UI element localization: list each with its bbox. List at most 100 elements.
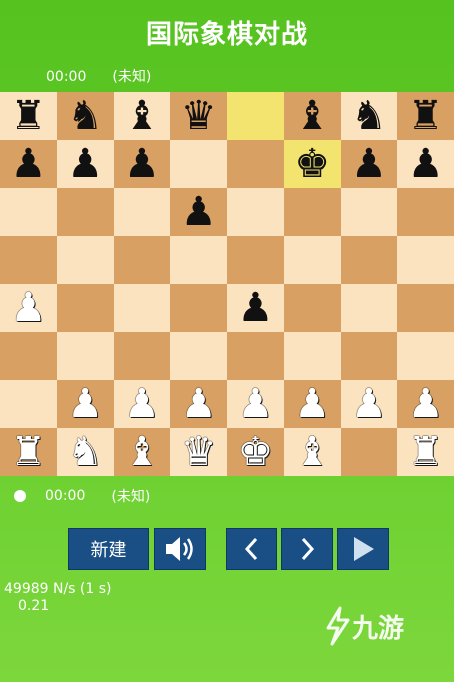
square-d2[interactable]: ♟ (170, 380, 227, 428)
square-e2[interactable]: ♟ (227, 380, 284, 428)
square-g3[interactable] (340, 332, 398, 380)
square-g4[interactable] (340, 284, 398, 332)
square-d5[interactable] (170, 236, 227, 284)
white-rook-icon[interactable]: ♜ (408, 432, 444, 472)
new-game-button[interactable]: 新建 (68, 528, 149, 570)
square-f2[interactable]: ♟ (283, 380, 341, 428)
sound-button[interactable] (154, 528, 206, 570)
square-f8[interactable]: ♝ (283, 92, 341, 140)
square-d7[interactable] (170, 140, 227, 188)
black-bishop-icon[interactable]: ♝ (294, 96, 330, 136)
square-h3[interactable] (397, 332, 454, 380)
white-pawn-icon[interactable]: ♟ (10, 288, 46, 328)
white-pawn-icon[interactable]: ♟ (124, 384, 160, 424)
square-g5[interactable] (340, 236, 398, 284)
square-h4[interactable] (397, 284, 454, 332)
white-king-icon[interactable]: ♚ (237, 432, 273, 472)
square-c5[interactable] (113, 236, 171, 284)
square-h7[interactable]: ♟ (397, 140, 454, 188)
square-c8[interactable]: ♝ (113, 92, 171, 140)
square-d3[interactable] (170, 332, 227, 380)
square-a8[interactable]: ♜ (0, 92, 57, 140)
black-bishop-icon[interactable]: ♝ (124, 96, 160, 136)
white-bishop-icon[interactable]: ♝ (294, 432, 330, 472)
square-g2[interactable]: ♟ (340, 380, 398, 428)
black-knight-icon[interactable]: ♞ (351, 96, 387, 136)
square-e4[interactable]: ♟ (227, 284, 284, 332)
square-f3[interactable] (283, 332, 341, 380)
square-a4[interactable]: ♟ (0, 284, 57, 332)
black-pawn-icon[interactable]: ♟ (67, 144, 103, 184)
square-c7[interactable]: ♟ (113, 140, 171, 188)
white-pawn-icon[interactable]: ♟ (294, 384, 330, 424)
square-h6[interactable] (397, 188, 454, 236)
black-pawn-icon[interactable]: ♟ (10, 144, 46, 184)
square-g1[interactable] (340, 428, 398, 476)
square-f7[interactable]: ♚ (283, 140, 341, 188)
square-c6[interactable] (113, 188, 171, 236)
square-b6[interactable] (56, 188, 114, 236)
white-pawn-icon[interactable]: ♟ (67, 384, 103, 424)
black-rook-icon[interactable]: ♜ (10, 96, 46, 136)
square-f4[interactable] (283, 284, 341, 332)
square-h2[interactable]: ♟ (397, 380, 454, 428)
square-c3[interactable] (113, 332, 171, 380)
square-e5[interactable] (227, 236, 284, 284)
square-b5[interactable] (56, 236, 114, 284)
next-move-button[interactable] (281, 528, 333, 570)
square-c4[interactable] (113, 284, 171, 332)
square-a1[interactable]: ♜ (0, 428, 57, 476)
white-queen-icon[interactable]: ♛ (181, 432, 217, 472)
square-d6[interactable]: ♟ (170, 188, 227, 236)
square-e7[interactable] (227, 140, 284, 188)
square-g8[interactable]: ♞ (340, 92, 398, 140)
square-c2[interactable]: ♟ (113, 380, 171, 428)
square-f1[interactable]: ♝ (283, 428, 341, 476)
square-b4[interactable] (56, 284, 114, 332)
square-f6[interactable] (283, 188, 341, 236)
chess-board[interactable]: ♜ ♞ ♝ ♛ ♝ ♞ ♜ ♟ ♟ ♟ ♚ ♟ ♟ ♟ ♟ ♟ ♟ ♟ ♟ ♟ ♟ ♟ ♟ ♜ ♞ ♝ ♛ ♚ ♝ ♜ (0, 92, 454, 476)
square-d1[interactable]: ♛ (170, 428, 227, 476)
black-rook-icon[interactable]: ♜ (408, 96, 444, 136)
square-b7[interactable]: ♟ (56, 140, 114, 188)
square-b2[interactable]: ♟ (56, 380, 114, 428)
square-e6[interactable] (227, 188, 284, 236)
black-king-icon[interactable]: ♚ (294, 144, 330, 184)
square-h8[interactable]: ♜ (397, 92, 454, 140)
white-bishop-icon[interactable]: ♝ (124, 432, 160, 472)
white-rook-icon[interactable]: ♜ (10, 432, 46, 472)
square-a5[interactable] (0, 236, 57, 284)
square-a6[interactable] (0, 188, 57, 236)
square-b1[interactable]: ♞ (56, 428, 114, 476)
square-e3[interactable] (227, 332, 284, 380)
square-g7[interactable]: ♟ (340, 140, 398, 188)
square-a3[interactable] (0, 332, 57, 380)
white-pawn-icon[interactable]: ♟ (408, 384, 444, 424)
square-e8[interactable] (227, 92, 284, 140)
square-h5[interactable] (397, 236, 454, 284)
black-pawn-icon[interactable]: ♟ (351, 144, 387, 184)
square-h1[interactable]: ♜ (397, 428, 454, 476)
square-d8[interactable]: ♛ (170, 92, 227, 140)
previous-move-button[interactable] (226, 528, 277, 570)
square-f5[interactable] (283, 236, 341, 284)
square-d4[interactable] (170, 284, 227, 332)
white-pawn-icon[interactable]: ♟ (181, 384, 217, 424)
white-knight-icon[interactable]: ♞ (67, 432, 103, 472)
black-pawn-icon[interactable]: ♟ (408, 144, 444, 184)
white-pawn-icon[interactable]: ♟ (237, 384, 273, 424)
square-c1[interactable]: ♝ (113, 428, 171, 476)
square-a7[interactable]: ♟ (0, 140, 57, 188)
black-pawn-icon[interactable]: ♟ (181, 192, 217, 232)
black-pawn-icon[interactable]: ♟ (237, 288, 273, 328)
square-a2[interactable] (0, 380, 57, 428)
black-queen-icon[interactable]: ♛ (181, 96, 217, 136)
square-e1[interactable]: ♚ (227, 428, 284, 476)
square-b8[interactable]: ♞ (56, 92, 114, 140)
square-g6[interactable] (340, 188, 398, 236)
play-button[interactable] (337, 528, 389, 570)
black-knight-icon[interactable]: ♞ (67, 96, 103, 136)
white-pawn-icon[interactable]: ♟ (351, 384, 387, 424)
black-pawn-icon[interactable]: ♟ (124, 144, 160, 184)
square-b3[interactable] (56, 332, 114, 380)
